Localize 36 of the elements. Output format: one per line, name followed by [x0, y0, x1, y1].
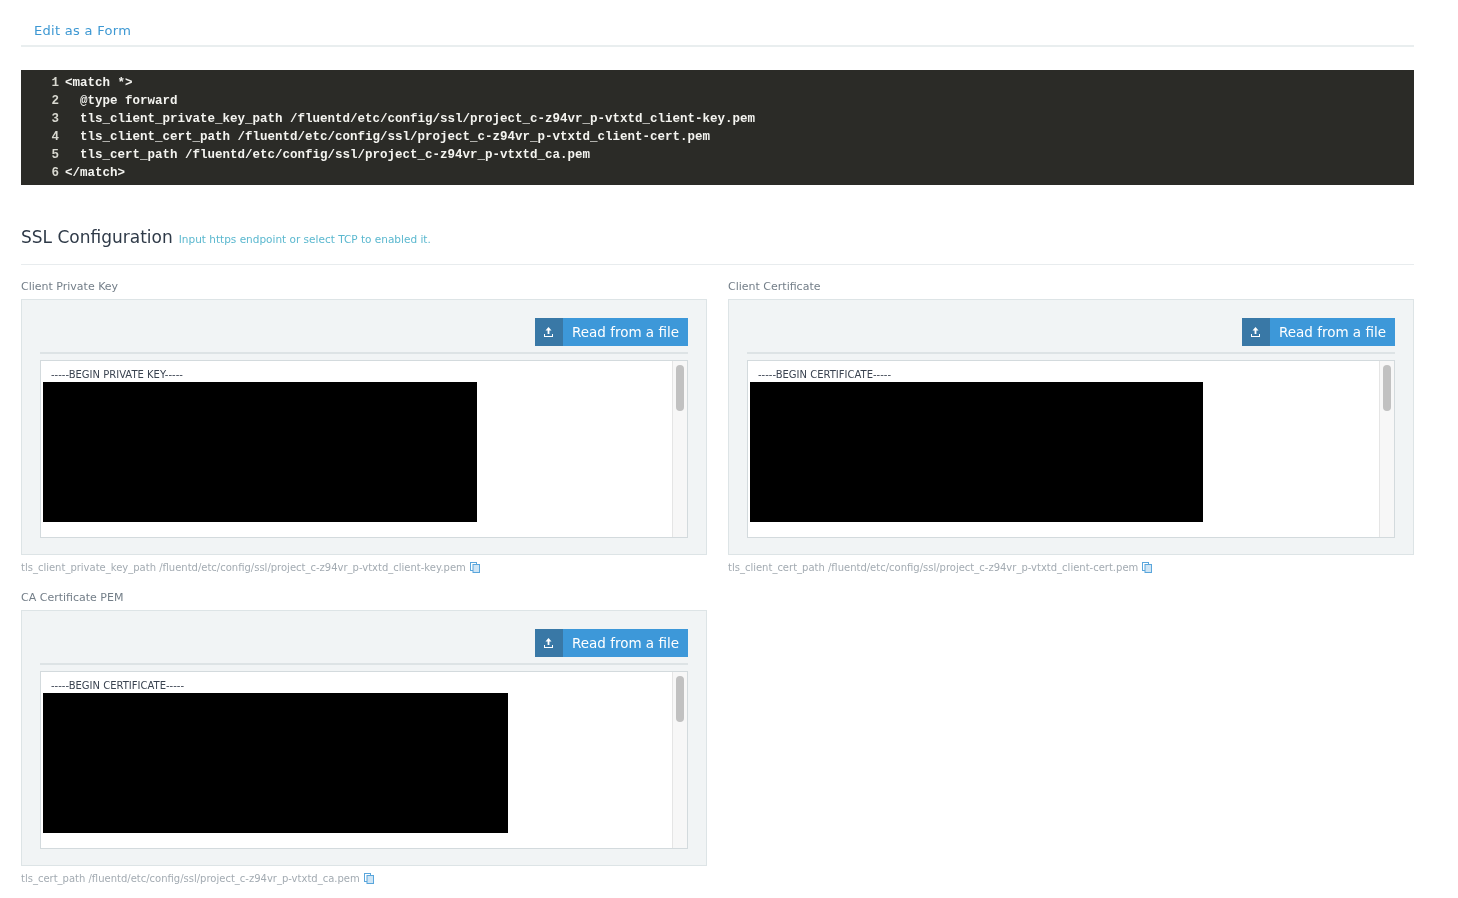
section-title: SSL Configuration — [21, 227, 173, 247]
scrollbar[interactable] — [672, 672, 687, 848]
read-from-file-button[interactable]: Read from a file — [534, 318, 688, 346]
read-from-file-button[interactable]: Read from a file — [534, 629, 688, 657]
field-label: Client Private Key — [21, 280, 120, 293]
scrollbar[interactable] — [672, 361, 687, 537]
field-label: CA Certificate PEM — [21, 591, 125, 604]
line-number: 6 — [50, 165, 60, 182]
certificate-textarea[interactable]: -----BEGIN PRIVATE KEY----- — [40, 360, 688, 538]
line-number: 3 — [50, 111, 60, 128]
field-label: Client Certificate — [728, 280, 822, 293]
file-path: tls_cert_path /fluentd/etc/config/ssl/project_c-z94vr_p-vtxtd_ca.pem — [21, 873, 360, 884]
section-hint: Input https endpoint or select TCP to enabled it. — [178, 233, 431, 245]
line-number: 5 — [50, 147, 60, 164]
line-number: 4 — [50, 129, 60, 146]
certificate-textarea[interactable]: -----BEGIN CERTIFICATE----- — [40, 671, 688, 849]
line-number: 2 — [50, 93, 60, 110]
scrollbar[interactable] — [1379, 361, 1394, 537]
code-line: tls_client_cert_path /fluentd/etc/config/ssl/project_c-z94vr_p-vtxtd_client-cert.pem — [79, 129, 711, 146]
read-from-file-button[interactable]: Read from a file — [1241, 318, 1395, 346]
file-path: tls_client_private_key_path /fluentd/etc/config/ssl/project_c-z94vr_p-vtxtd_client-key.pem — [21, 562, 466, 573]
upload-icon — [543, 326, 555, 338]
upload-icon — [543, 637, 555, 649]
code-line: </match> — [65, 165, 125, 182]
file-path: tls_client_cert_path /fluentd/etc/config/ssl/project_c-z94vr_p-vtxtd_client-cert.pem — [728, 562, 1139, 573]
certificate-textarea[interactable]: -----BEGIN CERTIFICATE----- — [747, 360, 1395, 538]
code-line: tls_client_private_key_path /fluentd/etc/config/ssl/project_c-z94vr_p-vtxtd_client-key.pem — [79, 111, 756, 128]
copy-icon[interactable] — [1142, 562, 1153, 573]
code-line: <match *> — [65, 75, 133, 92]
copy-icon[interactable] — [363, 873, 374, 884]
code-line: @type forward — [79, 93, 178, 110]
upload-icon — [1250, 326, 1262, 338]
edit-as-form-link[interactable]: Edit as a Form — [34, 23, 132, 38]
line-number: 1 — [50, 75, 60, 92]
code-line: tls_cert_path /fluentd/etc/config/ssl/project_c-z94vr_p-vtxtd_ca.pem — [79, 147, 591, 164]
copy-icon[interactable] — [469, 562, 480, 573]
